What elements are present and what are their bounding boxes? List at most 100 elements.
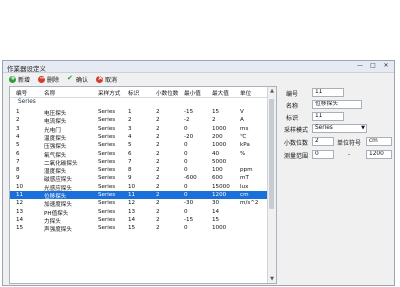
property-panel: 编号 11 名称 位移探头 标识 11 采样模式 Series ▼ 小数位数 2… <box>282 86 394 176</box>
cell-id: 13 <box>16 208 24 215</box>
cell-unit: % <box>240 150 246 157</box>
table-header: 编号 名称 采样方式 标识 小数位数 最小值 最大值 单位 <box>10 87 276 98</box>
maximize-button[interactable]: □ <box>368 62 378 70</box>
cell-unit: cm <box>240 192 249 198</box>
cell-min: 0 <box>184 125 188 132</box>
delete-button[interactable]: 删除 <box>36 74 61 84</box>
cell-unit: A <box>240 117 244 124</box>
table-row[interactable]: 9 磁感应探头 Series 9 2 -600 600 mT <box>10 174 269 183</box>
cell-min: -15 <box>184 109 194 115</box>
table-row[interactable]: 8 湿度探头 Series 8 2 0 100 ppm <box>10 166 269 175</box>
cell-tag: 6 <box>128 150 132 157</box>
name-field[interactable]: 位移探头 <box>312 100 362 109</box>
col-header-decimals[interactable]: 小数位数 <box>156 89 178 97</box>
cell-max: 1000 <box>212 125 227 132</box>
cell-id: 12 <box>16 200 24 207</box>
cell-decimals: 2 <box>156 109 160 115</box>
mode-select[interactable]: Series ▼ <box>312 124 367 133</box>
cell-unit: V <box>240 109 244 115</box>
check-icon <box>67 74 74 83</box>
confirm-button[interactable]: 确认 <box>65 74 90 84</box>
col-header-id[interactable]: 编号 <box>16 89 27 97</box>
cell-id: 5 <box>16 142 20 149</box>
tag-field[interactable]: 11 <box>312 112 344 121</box>
cell-mode: Series <box>98 133 116 140</box>
col-header-min[interactable]: 最小值 <box>184 89 201 97</box>
sensor-list[interactable]: 编号 名称 采样方式 标识 小数位数 最小值 最大值 单位 Series 1 电压… <box>9 86 277 284</box>
cancel-icon <box>96 74 103 83</box>
cell-decimals: 2 <box>156 200 160 207</box>
table-row[interactable]: 3 光电门 Series 3 2 0 1000 ms <box>10 125 269 134</box>
cancel-button[interactable]: 取消 <box>94 74 119 84</box>
cell-min: -15 <box>184 216 194 223</box>
scroll-down-arrow[interactable]: ▼ <box>268 275 276 283</box>
cell-decimals: 2 <box>156 192 160 198</box>
table-row[interactable]: 7 二氧化碳探头 Series 7 2 0 5000 <box>10 158 269 167</box>
title-bar: 作業器设定义 — □ ✕ <box>3 61 394 73</box>
range-label: 测量范围 <box>284 153 309 160</box>
cell-id: 2 <box>16 117 20 124</box>
cell-mode: Series <box>98 192 116 198</box>
id-field[interactable]: 11 <box>312 88 344 97</box>
cell-mode: Series <box>98 142 116 149</box>
cell-mode: Series <box>98 117 116 124</box>
minimize-button[interactable]: — <box>355 62 365 70</box>
cell-decimals: 2 <box>156 133 160 140</box>
add-icon <box>9 74 16 83</box>
cell-tag: 1 <box>128 109 132 115</box>
cell-min: 0 <box>184 225 188 232</box>
close-button[interactable]: ✕ <box>381 62 391 70</box>
cell-tag: 13 <box>128 208 136 215</box>
cell-mode: Series <box>98 167 116 174</box>
name-label: 名称 <box>286 103 299 110</box>
table-row[interactable]: 11 位移探头 Series 11 2 0 1200 cm <box>10 191 269 200</box>
cell-tag: 7 <box>128 158 132 165</box>
cell-tag: 3 <box>128 125 132 132</box>
cell-decimals: 2 <box>156 216 160 223</box>
table-row[interactable]: 2 电流探头 Series 2 2 -2 2 A <box>10 116 269 125</box>
table-row[interactable]: 1 电压探头 Series 1 2 -15 15 V <box>10 108 269 117</box>
table-row[interactable]: 10 光感应探头 Series 10 2 0 15000 lux <box>10 183 269 192</box>
table-row[interactable]: 6 氧气探头 Series 6 2 0 40% <box>10 150 269 159</box>
table-row[interactable]: 15 声强度探头 Series 15 2 0 1000 <box>10 224 269 233</box>
new-button[interactable]: 新增 <box>7 74 32 84</box>
cell-tag: 2 <box>128 117 132 124</box>
unit-field[interactable]: cm <box>366 137 392 146</box>
cell-decimals: 2 <box>156 183 160 190</box>
col-header-unit[interactable]: 单位 <box>240 89 251 97</box>
col-header-max[interactable]: 最大值 <box>212 89 229 97</box>
cell-mode: Series <box>98 150 116 157</box>
range-max-field[interactable]: 1200 <box>366 150 392 159</box>
scroll-up-arrow[interactable]: ▲ <box>268 87 276 95</box>
cell-unit: ℃ <box>240 133 247 140</box>
cell-mode: Series <box>98 109 116 115</box>
chevron-down-icon: ▼ <box>361 125 365 131</box>
col-header-tag[interactable]: 标识 <box>128 89 139 97</box>
cell-id: 3 <box>16 125 20 132</box>
cell-id: 9 <box>16 175 20 182</box>
cell-tag: 4 <box>128 133 132 140</box>
table-row[interactable]: 12 加速度探头 Series 12 2 -30 30 m/s^2 <box>10 199 269 208</box>
table-row[interactable]: 4 温度探头 Series 4 2 -20 200 ℃ <box>10 133 269 142</box>
cell-decimals: 2 <box>156 167 160 174</box>
cell-mode: Series <box>98 208 116 215</box>
cell-decimals: 2 <box>156 117 160 124</box>
cell-unit: ms <box>240 125 249 132</box>
cell-decimals: 2 <box>156 175 160 182</box>
decimals-field[interactable]: 2 <box>312 137 334 146</box>
cell-decimals: 2 <box>156 150 160 157</box>
cancel-button-label: 取消 <box>105 76 118 84</box>
table-row[interactable]: 5 压强探头 Series 5 2 0 1000 kPa <box>10 141 269 150</box>
table-row[interactable]: 13 PH值探头 Series 13 2 0 14 <box>10 208 269 217</box>
cell-id: 6 <box>16 150 20 157</box>
range-min-field[interactable]: 0 <box>312 150 334 159</box>
list-scrollbar[interactable]: ▲ ▼ <box>267 87 276 283</box>
cell-tag: 12 <box>128 200 136 207</box>
cell-min: 0 <box>184 167 188 174</box>
col-header-mode[interactable]: 采样方式 <box>98 89 120 97</box>
scroll-thumb[interactable] <box>269 99 274 209</box>
table-row[interactable]: 14 力探头 Series 14 2 -15 15 <box>10 216 269 225</box>
cell-unit: kPa <box>240 142 250 149</box>
col-header-name[interactable]: 名称 <box>44 89 55 97</box>
cell-max: 15000 <box>212 183 230 190</box>
